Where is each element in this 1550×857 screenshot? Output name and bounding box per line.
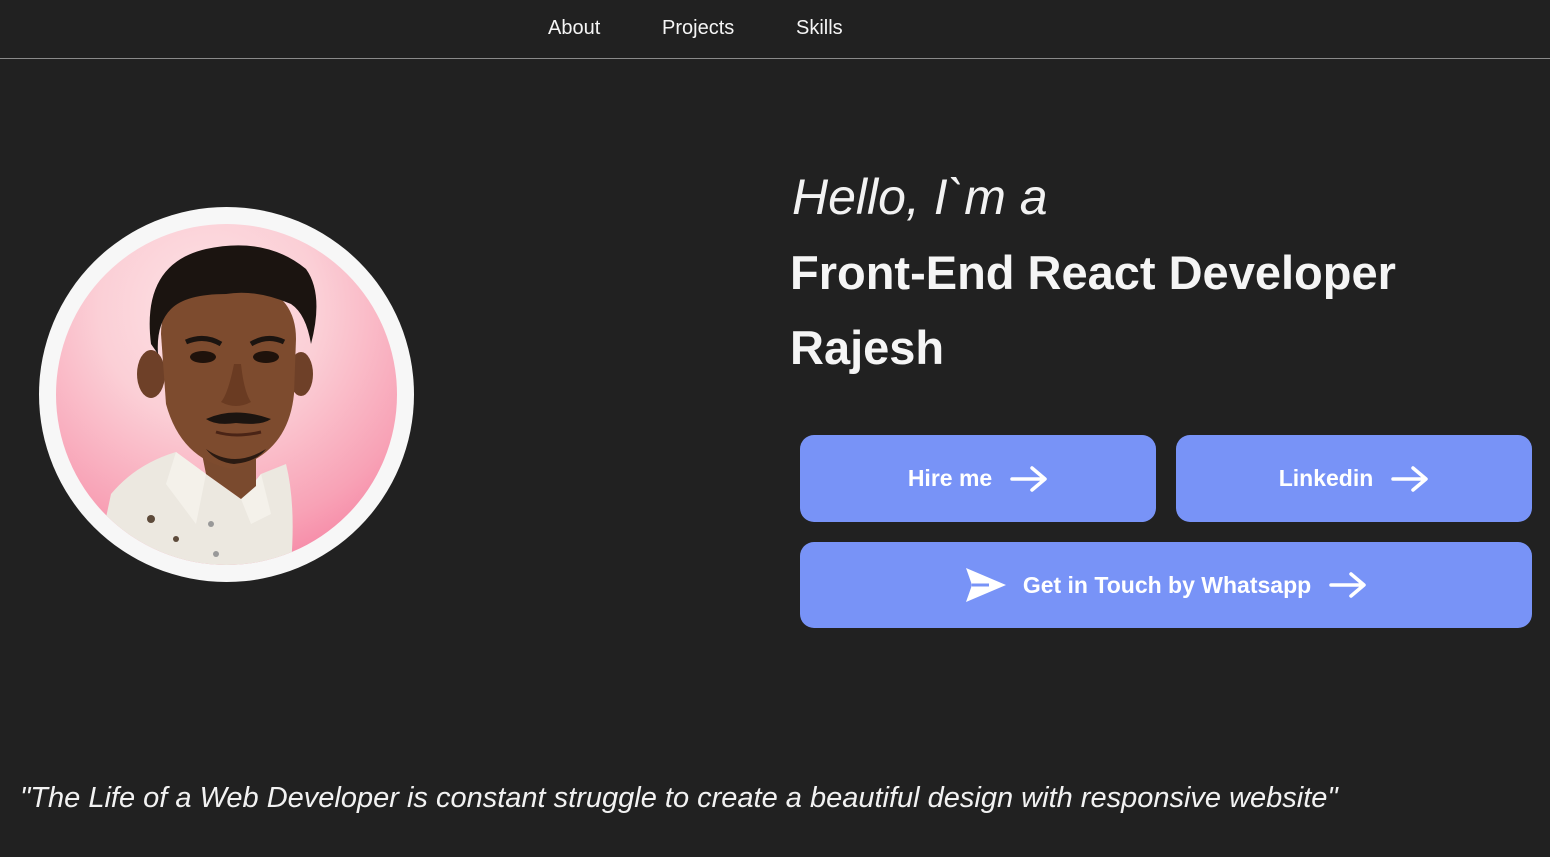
arrow-right-icon [1391, 465, 1429, 492]
hero-name: Rajesh [790, 321, 945, 374]
arrow-right-icon [1010, 465, 1048, 492]
developer-quote: "The Life of a Web Developer is constant… [20, 782, 1338, 814]
nav-link-skills[interactable]: Skills [796, 16, 843, 40]
nav-link-about[interactable]: About [548, 16, 600, 40]
avatar [39, 207, 414, 582]
linkedin-button[interactable]: Linkedin [1176, 435, 1532, 522]
hero-role-title: Front-End React Developer [790, 246, 1396, 299]
whatsapp-label: Get in Touch by Whatsapp [1022, 571, 1312, 598]
nav-link-projects[interactable]: Projects [662, 16, 734, 40]
arrow-right-icon [1329, 572, 1367, 598]
hero-greeting: Hello, I`m a [792, 169, 1048, 225]
profile-photo [56, 224, 397, 565]
person-illustration [96, 245, 317, 565]
portfolio-page: About Projects Skills Hello, I`m a Front… [0, 0, 1550, 857]
hire-me-button[interactable]: Hire me [800, 435, 1156, 522]
send-icon [965, 567, 1007, 603]
top-navbar: About Projects Skills [0, 0, 1550, 59]
whatsapp-button[interactable]: Get in Touch by Whatsapp [800, 542, 1532, 628]
hire-me-label: Hire me [907, 465, 993, 491]
linkedin-label: Linkedin [1278, 465, 1374, 491]
